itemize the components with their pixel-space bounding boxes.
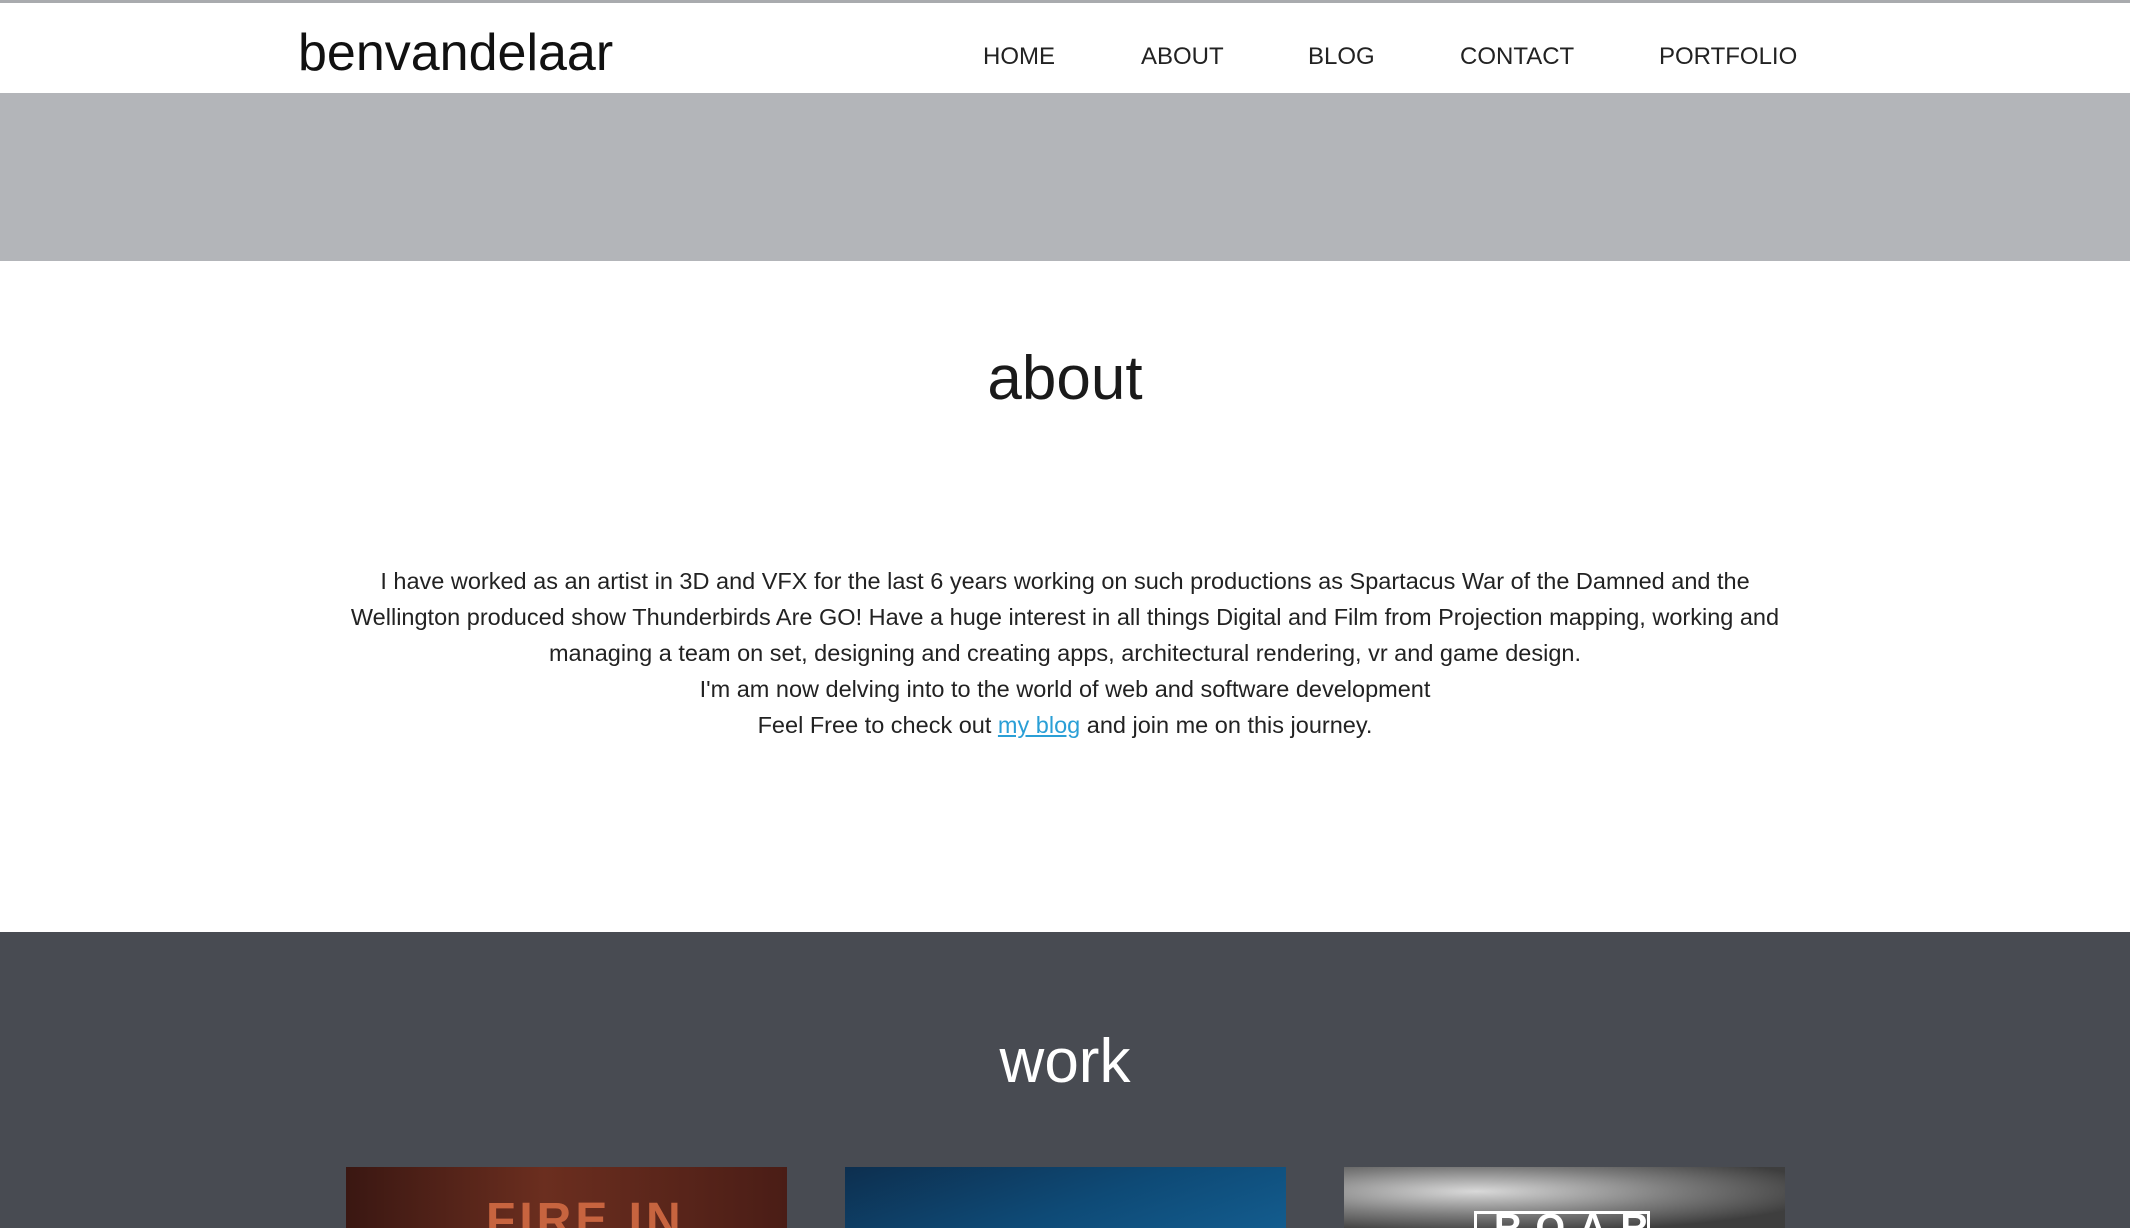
about-paragraph: I'm am now delving into to the world of … <box>699 676 1431 702</box>
nav-home[interactable]: HOME <box>983 41 1055 73</box>
nav-contact[interactable]: CONTACT <box>1460 41 1574 73</box>
work-heading: work <box>999 1027 1131 1096</box>
work-thumbnail[interactable] <box>845 1167 1286 1228</box>
nav-blog[interactable]: BLOG <box>1308 41 1375 73</box>
about-paragraph: Feel Free to check out my blog and join … <box>340 707 1790 743</box>
work-thumbnail[interactable]: FIRE IN <box>346 1167 787 1228</box>
main-nav: HOME ABOUT BLOG CONTACT PORTFOLIO <box>0 41 2130 73</box>
hero-banner <box>0 93 2130 261</box>
work-section: work FIRE IN ROAR <box>0 932 2130 1228</box>
about-text: I have worked as an artist in 3D and VFX… <box>340 563 1790 743</box>
nav-portfolio[interactable]: PORTFOLIO <box>1659 41 1797 73</box>
site-header: benvandelaar HOME ABOUT BLOG CONTACT POR… <box>0 3 2130 93</box>
about-text-segment: Feel Free to check out <box>757 712 998 738</box>
about-paragraph: I have worked as an artist in 3D and VFX… <box>350 568 1780 666</box>
thumbnail-title: ROAR <box>1494 1207 1662 1228</box>
my-blog-link[interactable]: my blog <box>998 712 1080 738</box>
work-thumbnail[interactable]: ROAR <box>1344 1167 1785 1228</box>
nav-about[interactable]: ABOUT <box>1141 41 1224 73</box>
thumbnail-title: FIRE IN <box>486 1194 685 1228</box>
about-text-segment: and join me on this journey. <box>1080 712 1373 738</box>
about-heading: about <box>987 344 1143 413</box>
about-section: about I have worked as an artist in 3D a… <box>0 261 2130 932</box>
